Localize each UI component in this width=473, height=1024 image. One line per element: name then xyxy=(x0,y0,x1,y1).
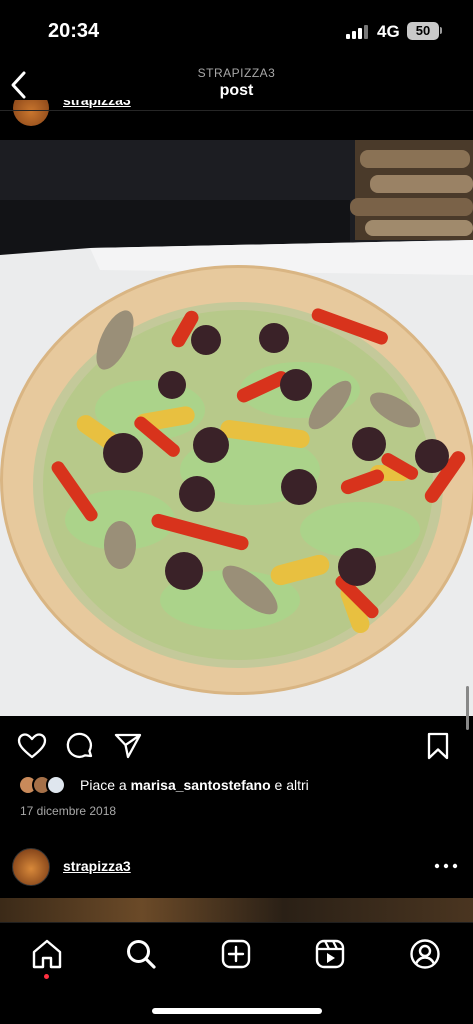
likes-text: Piace a marisa_santostefano e altri xyxy=(80,777,309,793)
avatar xyxy=(46,775,66,795)
header-account-name: STRAPIZZA3 xyxy=(197,66,276,80)
post-author-row: strapizza3 xyxy=(0,100,473,130)
firewood-decoration xyxy=(350,140,473,240)
likes-user[interactable]: marisa_santostefano xyxy=(131,777,271,793)
status-bar: 20:34 4G 50 xyxy=(0,0,473,60)
header-divider xyxy=(0,110,473,111)
search-icon[interactable] xyxy=(124,937,158,971)
home-icon[interactable] xyxy=(30,937,64,971)
profile-icon[interactable] xyxy=(408,937,442,971)
status-time: 20:34 xyxy=(48,20,100,42)
more-dots-icon[interactable] xyxy=(432,854,460,878)
notification-dot xyxy=(44,974,49,979)
create-icon[interactable] xyxy=(219,937,253,971)
paper-plane-icon[interactable] xyxy=(112,730,144,762)
post-author-name[interactable]: strapizza3 xyxy=(63,100,131,108)
reels-icon[interactable] xyxy=(313,937,347,971)
signal-icon xyxy=(346,25,370,39)
avatar[interactable] xyxy=(12,848,50,886)
battery-tip xyxy=(440,27,442,34)
scroll-indicator xyxy=(466,686,469,730)
next-post-image[interactable] xyxy=(0,898,473,922)
next-post-header: strapizza3 xyxy=(0,846,473,890)
bookmark-icon[interactable] xyxy=(422,730,454,762)
network-type: 4G xyxy=(377,22,400,41)
likes-row[interactable]: Piace a marisa_santostefano e altri xyxy=(0,772,473,798)
heart-icon[interactable] xyxy=(16,730,48,762)
next-post-author[interactable]: strapizza3 xyxy=(63,858,131,874)
post-image[interactable] xyxy=(0,140,473,716)
post-date: 17 dicembre 2018 xyxy=(20,804,117,818)
battery-icon: 50 xyxy=(407,22,439,40)
comment-bubble-icon[interactable] xyxy=(64,730,96,762)
page-title: post xyxy=(219,82,254,99)
likes-prefix: Piace a xyxy=(80,777,127,793)
post-actions xyxy=(0,726,473,766)
likes-suffix[interactable]: e altri xyxy=(275,777,309,793)
avatar[interactable] xyxy=(13,100,49,126)
home-indicator xyxy=(152,1008,322,1014)
